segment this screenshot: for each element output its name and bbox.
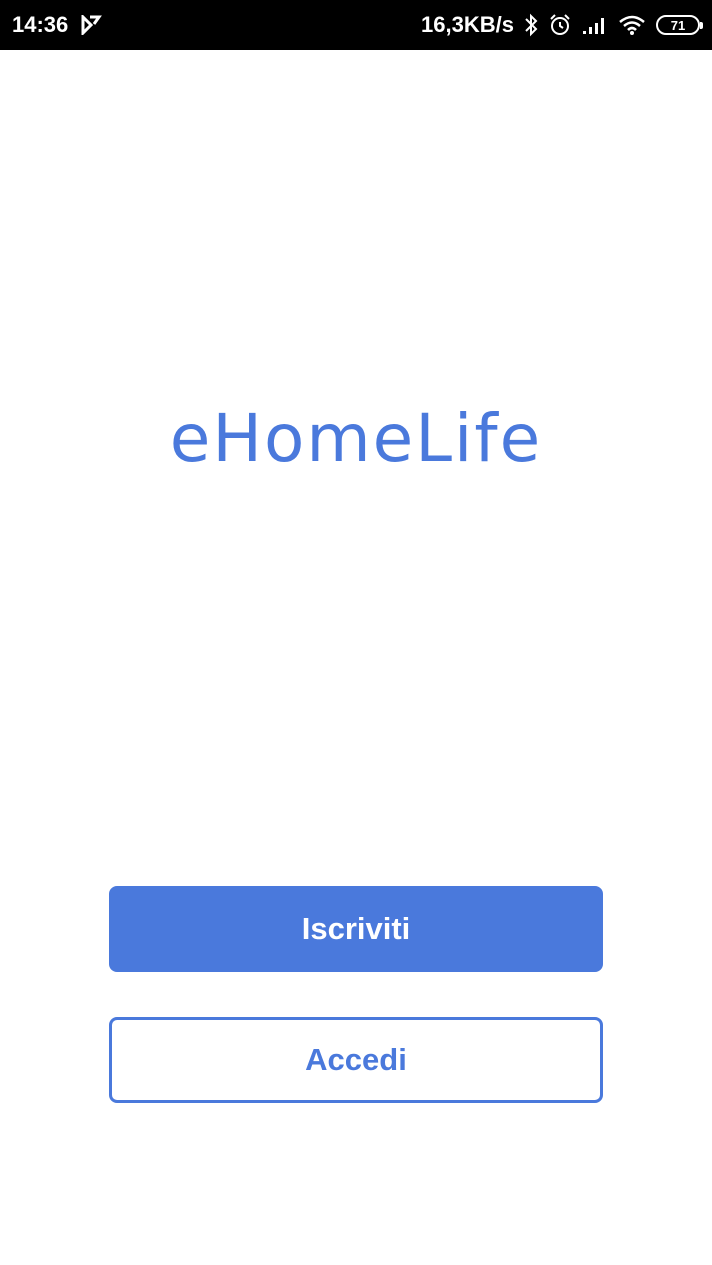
signal-icon	[582, 15, 608, 35]
app-title: eHomeLife	[169, 400, 543, 477]
battery-icon: 71	[656, 15, 703, 35]
bluetooth-icon	[524, 13, 538, 37]
wifi-icon	[618, 14, 646, 36]
alarm-icon	[548, 13, 572, 37]
status-left: 14:36	[12, 12, 103, 38]
status-right: 16,3KB/s 71	[421, 12, 703, 38]
login-button[interactable]: Accedi	[109, 1017, 603, 1103]
status-time: 14:36	[12, 12, 69, 37]
signup-button-label: Iscriviti	[301, 911, 411, 946]
battery-level: 71	[670, 17, 686, 33]
login-button-label: Accedi	[305, 1042, 407, 1077]
signup-button[interactable]: Iscriviti	[109, 886, 603, 972]
notification-icon	[80, 15, 103, 35]
network-speed: 16,3KB/s	[421, 12, 514, 37]
status-bar: 14:36 16,3KB/s 71	[0, 0, 712, 50]
